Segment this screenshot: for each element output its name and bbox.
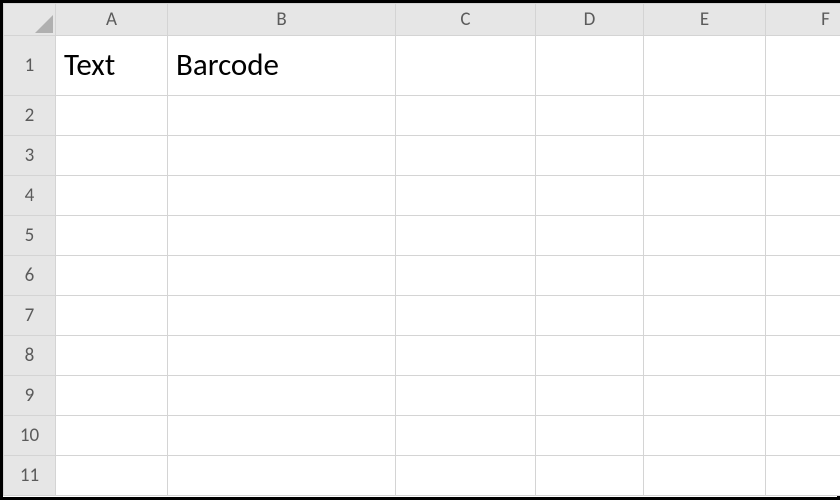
row-header-2[interactable]: 2 — [4, 96, 56, 136]
cell-C10[interactable] — [396, 416, 536, 456]
select-all-triangle-icon — [35, 15, 53, 33]
cell-A8[interactable] — [56, 336, 168, 376]
cell-B1[interactable]: Barcode — [168, 36, 396, 96]
cell-A10[interactable] — [56, 416, 168, 456]
cell-F6[interactable] — [766, 256, 840, 296]
cell-F7[interactable] — [766, 296, 840, 336]
cell-F10[interactable] — [766, 416, 840, 456]
col-header-E[interactable]: E — [644, 4, 766, 36]
cell-C6[interactable] — [396, 256, 536, 296]
cell-C1[interactable] — [396, 36, 536, 96]
row-7: 7 — [4, 296, 840, 336]
row-header-1[interactable]: 1 — [4, 36, 56, 96]
cell-F8[interactable] — [766, 336, 840, 376]
cell-C3[interactable] — [396, 136, 536, 176]
cell-F2[interactable] — [766, 96, 840, 136]
cell-E6[interactable] — [644, 256, 766, 296]
cell-C8[interactable] — [396, 336, 536, 376]
col-header-C[interactable]: C — [396, 4, 536, 36]
cell-F5[interactable] — [766, 216, 840, 256]
cell-B10[interactable] — [168, 416, 396, 456]
row-10: 10 — [4, 416, 840, 456]
cell-F11[interactable] — [766, 456, 840, 496]
cell-A1[interactable]: Text — [56, 36, 168, 96]
row-2: 2 — [4, 96, 840, 136]
row-header-3[interactable]: 3 — [4, 136, 56, 176]
row-3: 3 — [4, 136, 840, 176]
cell-E4[interactable] — [644, 176, 766, 216]
cell-D2[interactable] — [536, 96, 644, 136]
cell-F3[interactable] — [766, 136, 840, 176]
cell-B5[interactable] — [168, 216, 396, 256]
cell-B8[interactable] — [168, 336, 396, 376]
cell-B11[interactable] — [168, 456, 396, 496]
cell-E7[interactable] — [644, 296, 766, 336]
cell-A9[interactable] — [56, 376, 168, 416]
row-header-8[interactable]: 8 — [4, 336, 56, 376]
cell-A7[interactable] — [56, 296, 168, 336]
cell-A3[interactable] — [56, 136, 168, 176]
cell-F1[interactable] — [766, 36, 840, 96]
column-header-row: A B C D E F — [4, 4, 840, 36]
row-header-9[interactable]: 9 — [4, 376, 56, 416]
cell-D3[interactable] — [536, 136, 644, 176]
cell-F4[interactable] — [766, 176, 840, 216]
row-6: 6 — [4, 256, 840, 296]
cell-B4[interactable] — [168, 176, 396, 216]
col-header-F[interactable]: F — [766, 4, 840, 36]
cell-F9[interactable] — [766, 376, 840, 416]
col-header-B[interactable]: B — [168, 4, 396, 36]
cell-A2[interactable] — [56, 96, 168, 136]
cell-C4[interactable] — [396, 176, 536, 216]
cell-A4[interactable] — [56, 176, 168, 216]
cell-E5[interactable] — [644, 216, 766, 256]
cell-E10[interactable] — [644, 416, 766, 456]
cell-C9[interactable] — [396, 376, 536, 416]
cell-E2[interactable] — [644, 96, 766, 136]
row-header-10[interactable]: 10 — [4, 416, 56, 456]
cell-D11[interactable] — [536, 456, 644, 496]
row-5: 5 — [4, 216, 840, 256]
cell-A5[interactable] — [56, 216, 168, 256]
col-header-D[interactable]: D — [536, 4, 644, 36]
cell-C5[interactable] — [396, 216, 536, 256]
select-all-corner[interactable] — [4, 4, 56, 36]
row-8: 8 — [4, 336, 840, 376]
row-header-4[interactable]: 4 — [4, 176, 56, 216]
cell-A6[interactable] — [56, 256, 168, 296]
cell-D1[interactable] — [536, 36, 644, 96]
row-header-6[interactable]: 6 — [4, 256, 56, 296]
cell-D8[interactable] — [536, 336, 644, 376]
cell-E9[interactable] — [644, 376, 766, 416]
cell-A11[interactable] — [56, 456, 168, 496]
cell-B6[interactable] — [168, 256, 396, 296]
cell-B3[interactable] — [168, 136, 396, 176]
cell-D9[interactable] — [536, 376, 644, 416]
row-header-7[interactable]: 7 — [4, 296, 56, 336]
row-4: 4 — [4, 176, 840, 216]
cell-D4[interactable] — [536, 176, 644, 216]
row-header-11[interactable]: 11 — [4, 456, 56, 496]
cell-D5[interactable] — [536, 216, 644, 256]
row-header-5[interactable]: 5 — [4, 216, 56, 256]
cell-E1[interactable] — [644, 36, 766, 96]
cell-B7[interactable] — [168, 296, 396, 336]
cell-C11[interactable] — [396, 456, 536, 496]
spreadsheet-viewport: A B C D E F 1 Text Barcode 2 3 — [0, 0, 840, 500]
cell-C7[interactable] — [396, 296, 536, 336]
cell-D7[interactable] — [536, 296, 644, 336]
cell-C2[interactable] — [396, 96, 536, 136]
spreadsheet-grid[interactable]: A B C D E F 1 Text Barcode 2 3 — [3, 3, 840, 496]
row-11: 11 — [4, 456, 840, 496]
cell-D6[interactable] — [536, 256, 644, 296]
cell-B9[interactable] — [168, 376, 396, 416]
row-1: 1 Text Barcode — [4, 36, 840, 96]
cell-B2[interactable] — [168, 96, 396, 136]
col-header-A[interactable]: A — [56, 4, 168, 36]
cell-E11[interactable] — [644, 456, 766, 496]
cell-D10[interactable] — [536, 416, 644, 456]
cell-E8[interactable] — [644, 336, 766, 376]
row-9: 9 — [4, 376, 840, 416]
cell-E3[interactable] — [644, 136, 766, 176]
